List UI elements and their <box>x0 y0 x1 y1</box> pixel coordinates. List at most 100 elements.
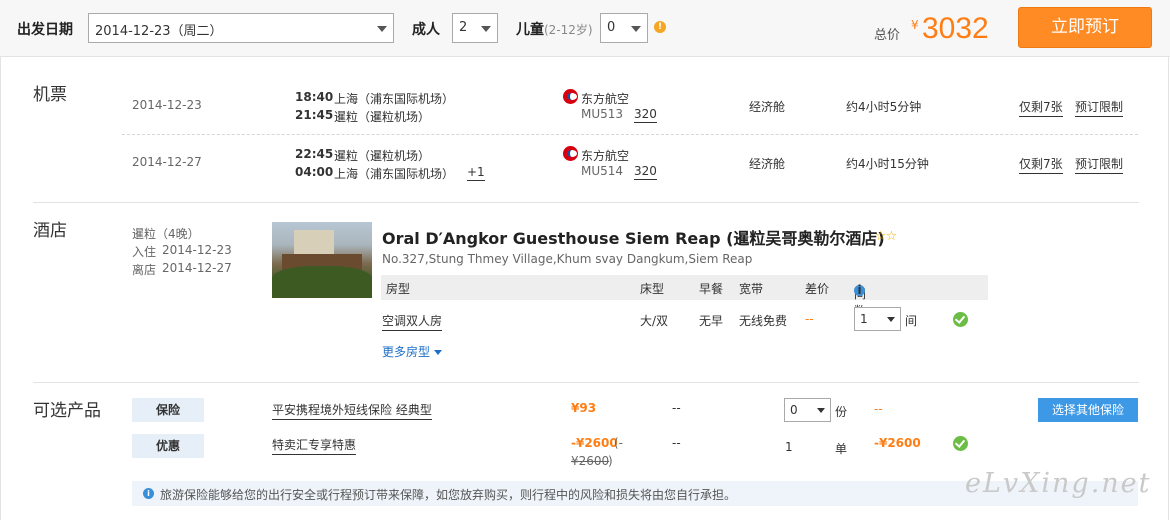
cabin-class: 经济舱 <box>749 100 786 114</box>
divider <box>122 134 1138 135</box>
promo-unit: 单 <box>835 442 848 456</box>
child-label: 儿童(2-12岁) <box>516 19 593 39</box>
col-bed-type: 床型 <box>640 282 665 296</box>
insurance-qty-value: 0 <box>790 403 798 417</box>
adult-label: 成人 <box>412 22 440 38</box>
total-price: 3032 <box>922 12 989 45</box>
promo-diff: -¥2600 <box>874 436 921 450</box>
booking-restriction-link[interactable]: 预订限制 <box>1075 98 1124 117</box>
room-table-header: 房型 床型 早餐 宽带 差价 间数 i <box>381 275 988 318</box>
broadband: 无线免费 <box>739 314 788 328</box>
divider <box>1168 57 1169 520</box>
child-label-text: 儿童 <box>516 22 544 38</box>
checkin-date: 2014-12-23 <box>162 243 232 257</box>
promo-qty: 1 <box>785 440 793 454</box>
watermark: eLvXing.net <box>965 468 1152 499</box>
book-now-button[interactable]: 立即预订 <box>1018 7 1152 48</box>
divider <box>33 202 1139 203</box>
airline-logo-icon <box>563 146 578 161</box>
insurance-qty-unit: 份 <box>835 405 848 419</box>
aircraft-type-link[interactable]: 320 <box>634 107 657 123</box>
room-count-value: 1 <box>860 312 868 326</box>
hotel-photo[interactable] <box>272 222 372 298</box>
breakfast: 无早 <box>699 314 724 328</box>
checkin-label: 入住 <box>132 245 157 259</box>
checkout-date: 2014-12-27 <box>162 261 232 275</box>
hotel-city-nights: 暹粒（4晚） <box>132 227 200 241</box>
seats-left-link[interactable]: 仅剩7张 <box>1019 98 1063 117</box>
insurance-diff: -- <box>874 402 883 416</box>
flight-number: MU513 <box>581 107 624 121</box>
depart-date-label: 出发日期 <box>17 22 73 38</box>
search-bar: 出发日期 2014-12-23（周二） 成人 2 儿童(2-12岁) 0 ! 总… <box>0 0 1170 57</box>
currency-symbol: ¥ <box>911 18 919 32</box>
total-price-label: 总价 <box>874 28 901 43</box>
insurance-price: ¥93 <box>571 401 597 415</box>
room-count-unit: 间 <box>905 314 918 328</box>
divider <box>33 382 1139 383</box>
hotel-photo-trees <box>272 266 372 298</box>
cabin-class: 经济舱 <box>749 157 786 171</box>
flight-number: MU514 <box>581 164 624 178</box>
hotel-address: No.327,Stung Thmey Village,Khum svay Dan… <box>382 252 753 266</box>
airline-name: 东方航空 <box>581 92 630 106</box>
chevron-down-icon <box>817 408 825 413</box>
arrival-time: 04:00 <box>295 165 334 179</box>
selected-check-icon <box>953 312 968 327</box>
info-icon[interactable]: i <box>854 284 865 296</box>
depart-date-value: 2014-12-23（周二） <box>95 24 223 39</box>
airline-logo-icon <box>563 89 578 104</box>
optional-section-title: 可选产品 <box>33 401 101 421</box>
chevron-down-icon <box>631 26 641 32</box>
insurance-tag: 保险 <box>132 398 204 422</box>
adult-count-value: 2 <box>459 20 468 35</box>
child-age-hint: (2-12岁) <box>544 23 593 37</box>
promo-tag: 优惠 <box>132 434 204 458</box>
arrival-airport: 暹粒（暹粒机场） <box>334 110 431 124</box>
chevron-down-icon <box>434 350 443 355</box>
booking-restriction-link[interactable]: 预订限制 <box>1075 155 1124 174</box>
flight-date: 2014-12-27 <box>132 155 202 169</box>
insurance-col2: -- <box>672 401 681 415</box>
next-day-indicator[interactable]: +1 <box>467 165 485 181</box>
promo-original-price: ¥2600 <box>571 454 610 468</box>
room-type-link[interactable]: 空调双人房 <box>382 312 443 331</box>
child-count-select[interactable]: 0 <box>600 13 648 43</box>
seats-left-link[interactable]: 仅剩7张 <box>1019 155 1063 174</box>
promo-price: -¥2600 <box>571 436 618 450</box>
arrival-airport: 上海（浦东国际机场） <box>334 167 455 181</box>
promo-original-close: ) <box>608 454 613 468</box>
price-diff: -- <box>805 312 814 326</box>
insurance-qty-select[interactable]: 0 <box>784 398 831 422</box>
promo-original-open: (- <box>614 436 624 450</box>
departure-time: 18:40 <box>295 90 334 104</box>
chevron-down-icon <box>481 26 491 32</box>
choose-other-insurance-button[interactable]: 选择其他保险 <box>1038 398 1138 422</box>
insurance-notice-text: 旅游保险能够给您的出行安全或行程预订带来保障，如您放弃购买，则行程中的风险和损失… <box>160 488 737 502</box>
room-count-select[interactable]: 1 <box>854 307 901 331</box>
more-room-types-label: 更多房型 <box>382 345 431 359</box>
star-rating-icon: ☆☆ <box>875 229 897 244</box>
hotel-name-link[interactable]: Oral D′Angkor Guesthouse Siem Reap (暹粒吴哥… <box>382 225 885 249</box>
adult-count-select[interactable]: 2 <box>452 13 498 43</box>
flight-duration: 约4小时5分钟 <box>846 100 922 114</box>
aircraft-type-link[interactable]: 320 <box>634 164 657 180</box>
chevron-down-icon <box>377 26 387 32</box>
checkout-label: 离店 <box>132 263 157 277</box>
airline-name: 东方航空 <box>581 149 630 163</box>
arrival-time: 21:45 <box>295 108 334 122</box>
hotel-section-title: 酒店 <box>33 221 67 241</box>
info-icon[interactable]: ! <box>654 21 666 33</box>
more-room-types-link[interactable]: 更多房型 <box>382 343 443 360</box>
flight-duration: 约4小时15分钟 <box>846 157 929 171</box>
departure-airport: 上海（浦东国际机场） <box>334 92 455 106</box>
col-room-type: 房型 <box>386 282 411 296</box>
col-broadband: 宽带 <box>739 282 764 296</box>
col-breakfast: 早餐 <box>699 282 724 296</box>
flights-section-title: 机票 <box>33 85 67 105</box>
depart-date-select[interactable]: 2014-12-23（周二） <box>88 13 394 43</box>
divider <box>0 57 1 520</box>
promo-product-link[interactable]: 特卖汇专享特惠 <box>272 436 357 455</box>
info-icon: i <box>143 488 154 499</box>
insurance-product-link[interactable]: 平安携程境外短线保险 经典型 <box>272 401 432 420</box>
